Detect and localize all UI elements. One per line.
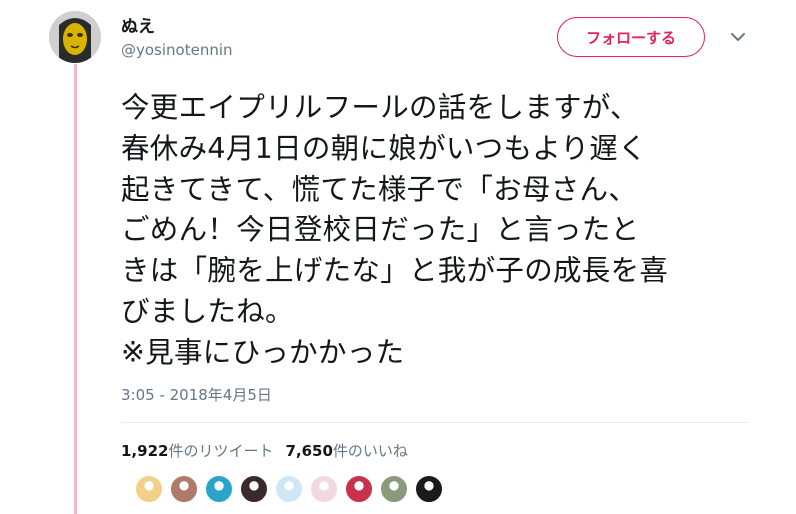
- tweet-line: 春休み4月1日の朝に娘がいつもより遅く: [121, 131, 647, 165]
- tweet-line: ごめん！今日登校日だった」と言ったと: [121, 213, 640, 247]
- tweet-line: ※見事にひっかかった: [121, 335, 405, 369]
- liker-avatar-1-icon[interactable]: [134, 474, 164, 504]
- liker-avatars: [134, 474, 444, 504]
- liker-avatar-3-icon[interactable]: [204, 474, 234, 504]
- tweet-line: 今更エイプリルフールの話をしますが、: [121, 91, 639, 124]
- like-count: 7,650: [285, 442, 333, 460]
- thread-line: [74, 64, 77, 514]
- tweet-text: 今更エイプリルフールの話をしますが、 春休み4月1日の朝に娘がいつもより遅く 起…: [121, 88, 781, 374]
- tweet-timestamp[interactable]: 3:05 - 2018年4月5日: [121, 384, 272, 405]
- liker-avatar-7-icon[interactable]: [344, 474, 374, 504]
- follow-button[interactable]: フォローする: [557, 17, 705, 57]
- chevron-down-icon[interactable]: [729, 30, 747, 44]
- engagement-stats: 1,922件のリツイート 7,650件のいいね: [121, 440, 408, 461]
- liker-avatar-2-icon[interactable]: [169, 474, 199, 504]
- liker-avatar-5-icon[interactable]: [274, 474, 304, 504]
- liker-avatar-8-icon[interactable]: [379, 474, 409, 504]
- retweet-label: 件のリツイート: [168, 442, 274, 460]
- user-avatar[interactable]: [49, 11, 101, 63]
- retweet-count: 1,922: [121, 442, 169, 460]
- liker-avatar-6-icon[interactable]: [309, 474, 339, 504]
- like-stat[interactable]: 7,650件のいいね: [285, 440, 407, 461]
- divider: [121, 422, 748, 423]
- screen-name[interactable]: @yosinotennin: [121, 41, 233, 59]
- tweet-line: 起きてきて、慌てた様子で「お母さん、: [121, 172, 638, 206]
- display-name[interactable]: ぬえ: [121, 12, 155, 37]
- masked-face-avatar-icon: [49, 11, 101, 63]
- liker-avatar-4-icon[interactable]: [239, 474, 269, 504]
- tweet-line: きは「腕を上げたな」と我が子の成長を喜: [121, 254, 669, 288]
- tweet-line: びましたね。: [121, 294, 294, 328]
- liker-avatar-9-icon[interactable]: [414, 474, 444, 504]
- like-label: 件のいいね: [332, 442, 408, 460]
- retweet-stat[interactable]: 1,922件のリツイート: [121, 440, 273, 461]
